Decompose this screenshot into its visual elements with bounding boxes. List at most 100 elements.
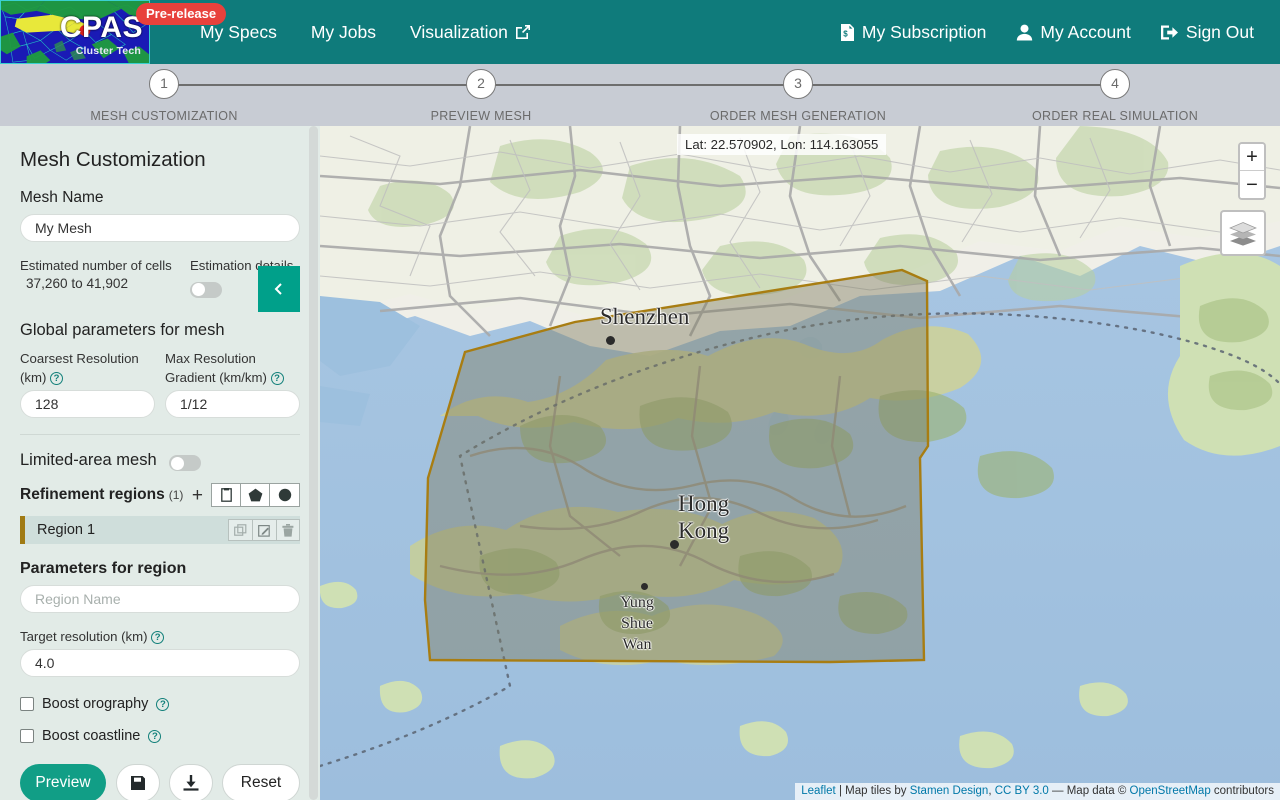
svg-text:$: $ [843, 29, 848, 38]
estimated-cells-label: Estimated number of cells [20, 258, 172, 273]
mesh-name-label: Mesh Name [20, 189, 104, 206]
nav-link-my-account[interactable]: My Account [1016, 21, 1131, 43]
step-2-number: 2 [466, 69, 496, 99]
coordinates-readout: Lat: 22.570902, Lon: 114.163055 [677, 134, 887, 155]
attribution-stamen-link[interactable]: Stamen Design [910, 785, 989, 797]
add-region-button[interactable]: + [190, 486, 205, 505]
attribution-osm-link[interactable]: OpenStreetMap [1130, 785, 1211, 797]
preview-button[interactable]: Preview [20, 764, 106, 800]
top-navbar: CPAS Cluster Tech Pre-release My Specs M… [0, 0, 1280, 64]
map-dot-shenzhen [606, 336, 615, 345]
map-tiles [320, 126, 1280, 800]
circle-tool-button[interactable] [270, 484, 299, 507]
region-name-input[interactable] [20, 585, 300, 614]
download-button[interactable] [169, 764, 213, 800]
duplicate-region-button[interactable] [228, 519, 252, 542]
region-params-title: Parameters for region [20, 560, 187, 578]
copy-icon [234, 523, 247, 536]
refinement-regions-label: Refinement regions [20, 486, 165, 504]
external-link-icon [515, 25, 530, 39]
max-gradient-input[interactable] [165, 390, 300, 419]
stepper-track [164, 84, 1116, 86]
estimation-details-toggle[interactable] [190, 281, 222, 298]
sign-out-icon [1160, 25, 1178, 39]
attribution-sep-4: contributors [1210, 785, 1274, 797]
boost-coastline-checkbox[interactable] [20, 729, 34, 744]
mesh-name-input[interactable] [20, 214, 300, 242]
cpas-logo[interactable]: CPAS Cluster Tech [0, 0, 150, 64]
reset-button[interactable]: Reset [222, 764, 300, 800]
boost-coastline-label: Boost coastline [42, 728, 141, 745]
polygon-tool-button[interactable] [241, 484, 270, 507]
nav-link-my-subscription[interactable]: $ My Subscription [840, 21, 987, 43]
nav-link-visualization-label: Visualization [409, 21, 508, 42]
nav-link-visualization[interactable]: Visualization [410, 22, 531, 43]
step-1-mesh-customization[interactable]: 1 MESH CUSTOMIZATION [64, 64, 264, 123]
limited-area-mesh-row: Limited-area mesh [20, 449, 300, 472]
map-canvas[interactable]: Shenzhen Hong Kong Yung Shue Wan Lat: 22.57… [320, 126, 1280, 800]
attribution-leaflet-link[interactable]: Leaflet [801, 785, 836, 797]
nav-primary-links: My Specs My Jobs Visualization [200, 22, 531, 43]
delete-region-button[interactable] [276, 519, 300, 542]
attribution-license-link[interactable]: CC BY 3.0 [995, 785, 1049, 797]
step-1-number: 1 [149, 69, 179, 99]
circle-icon [278, 488, 291, 502]
refinement-regions-header: Refinement regions (1) + [20, 483, 300, 508]
step-4-number: 4 [1100, 69, 1130, 99]
coarsest-resolution-label: Coarsest Resolution (km) ? [20, 349, 155, 387]
zoom-out-button[interactable]: − [1240, 171, 1264, 198]
region-actions [228, 519, 300, 542]
collapse-sidebar-button[interactable] [258, 266, 300, 312]
nav-secondary-links: $ My Subscription My Account Sign Out [840, 22, 1254, 43]
estimated-cells-block: Estimated number of cells 37,260 to 41,9… [20, 256, 180, 303]
region-list-item[interactable]: Region 1 [20, 516, 300, 545]
progress-stepper: 1 MESH CUSTOMIZATION 2 PREVIEW MESH 3 OR… [0, 64, 1280, 126]
step-3-order-mesh-generation[interactable]: 3 ORDER MESH GENERATION [698, 64, 898, 123]
limited-area-mesh-toggle[interactable] [168, 455, 201, 472]
zoom-in-button[interactable]: + [1240, 144, 1264, 171]
trash-icon [282, 523, 294, 537]
target-resolution-label: Target resolution (km) ? [20, 629, 300, 645]
user-icon [1017, 24, 1033, 40]
coarsest-resolution-help-icon[interactable]: ? [50, 371, 64, 385]
nav-link-my-jobs[interactable]: My Jobs [311, 22, 376, 43]
rectangle-icon [220, 488, 232, 502]
boost-orography-label: Boost orography [42, 696, 149, 713]
nav-link-my-account-label: My Account [1040, 21, 1131, 42]
logo-subtitle: Cluster Tech [75, 45, 141, 57]
secondary-action-buttons: Reset [116, 764, 300, 800]
max-gradient-help-icon[interactable]: ? [270, 371, 284, 385]
nav-link-sign-out-label: Sign Out [1185, 21, 1254, 42]
layers-button[interactable] [1220, 210, 1266, 256]
nav-link-sign-out[interactable]: Sign Out [1160, 21, 1254, 43]
shape-tool-group [211, 483, 300, 508]
step-3-label: ORDER MESH GENERATION [709, 109, 887, 123]
step-2-preview-mesh[interactable]: 2 PREVIEW MESH [381, 64, 581, 123]
logo-title: CPAS [59, 11, 143, 44]
floppy-disk-icon [131, 776, 145, 791]
rectangle-tool-button[interactable] [212, 484, 241, 507]
target-resolution-input[interactable] [20, 649, 300, 678]
app-root: CPAS Cluster Tech Pre-release My Specs M… [0, 0, 1280, 800]
params-divider [20, 434, 300, 436]
target-resolution-help-icon[interactable]: ? [151, 631, 165, 645]
step-2-label: PREVIEW MESH [430, 109, 532, 123]
layers-icon [1229, 222, 1257, 246]
edit-region-button[interactable] [252, 519, 276, 542]
nav-link-my-subscription-label: My Subscription [861, 21, 987, 42]
boost-coastline-help-icon[interactable]: ? [148, 729, 162, 743]
global-params-fields: Coarsest Resolution (km) ? Max Resolutio… [20, 349, 300, 419]
sidebar-content: Mesh Customization Mesh Name Estimated n… [0, 126, 320, 800]
step-4-order-real-simulation[interactable]: 4 ORDER REAL SIMULATION [1015, 64, 1215, 123]
coarsest-resolution-input[interactable] [20, 390, 155, 419]
boost-orography-help-icon[interactable]: ? [156, 697, 170, 711]
step-4-label: ORDER REAL SIMULATION [1031, 109, 1199, 123]
step-3-number: 3 [783, 69, 813, 99]
nav-link-my-jobs-label: My Jobs [310, 21, 376, 42]
boost-orography-checkbox[interactable] [20, 697, 34, 712]
save-button[interactable] [116, 764, 160, 800]
global-params-title: Global parameters for mesh [20, 320, 225, 339]
max-gradient-label: Max Resolution Gradient (km/km) ? [165, 349, 300, 387]
attribution-sep-3: — Map data © [1048, 785, 1130, 797]
prerelease-badge: Pre-release [136, 3, 227, 25]
